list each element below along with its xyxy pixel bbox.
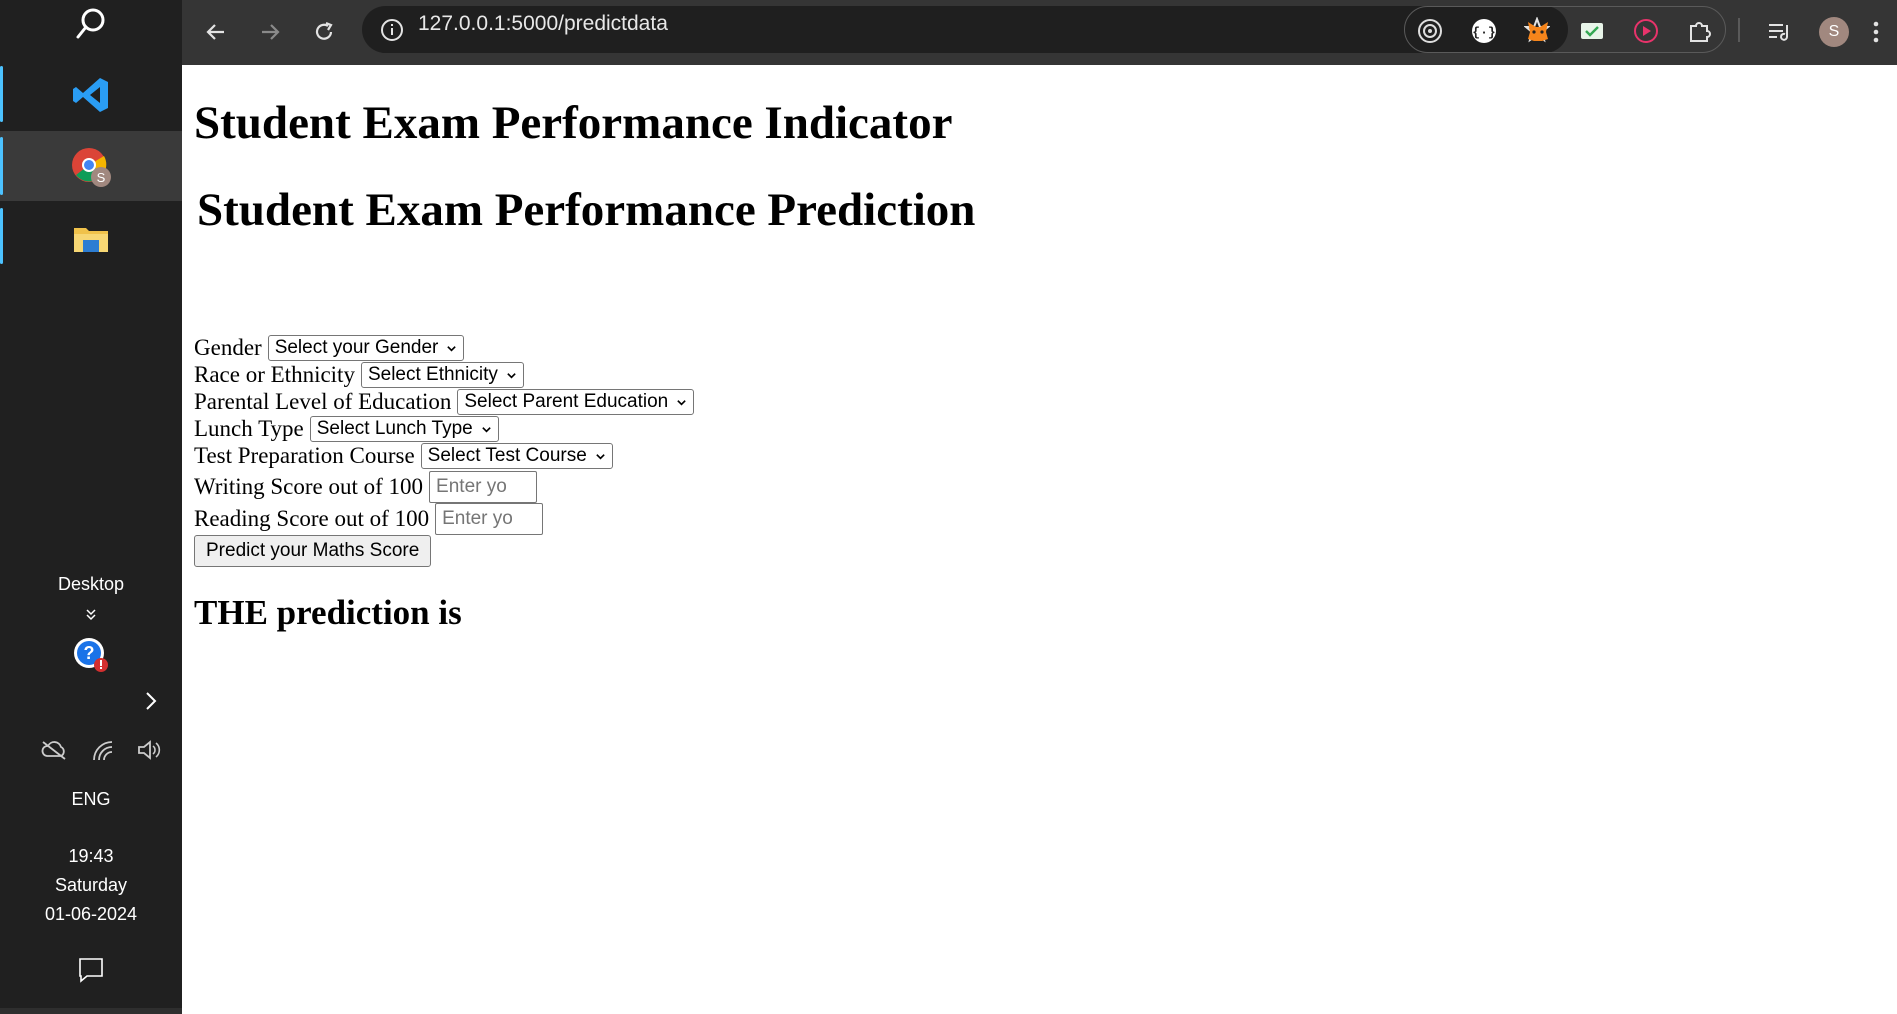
chevron-down-icon <box>677 399 686 406</box>
chevron-right-icon[interactable] <box>140 689 162 713</box>
writing-score-input[interactable]: Enter yo <box>429 471 538 503</box>
chevron-down-icon <box>596 453 605 460</box>
help-icon[interactable]: ? <box>0 635 182 675</box>
ethnicity-select-value: Select Ethnicity <box>367 364 498 385</box>
chevron-down-double-icon[interactable] <box>0 604 182 624</box>
notification-icon[interactable] <box>0 955 182 985</box>
file-explorer-icon[interactable] <box>0 216 182 262</box>
gender-label: Gender <box>194 335 262 360</box>
metamask-icon[interactable] <box>1525 18 1551 44</box>
clock-time[interactable]: 19:43 <box>0 846 182 867</box>
test-prep-row: Test Preparation Course Select Test Cour… <box>194 443 613 469</box>
reading-score-label: Reading Score out of 100 <box>194 506 430 531</box>
reading-score-input[interactable]: Enter yo <box>435 503 544 535</box>
writing-score-placeholder: Enter yo <box>436 476 507 497</box>
reading-score-row: Reading Score out of 100 Enter yo <box>194 503 544 535</box>
extensions-group: {·} <box>1404 6 1726 53</box>
svg-text:{·}: {·} <box>1472 25 1495 40</box>
test-prep-label: Test Preparation Course <box>194 443 415 468</box>
page-content: Student Exam Performance Indicator Stude… <box>182 65 1897 1014</box>
parent-education-row: Parental Level of Education Select Paren… <box>194 389 695 415</box>
reload-button[interactable] <box>304 12 344 52</box>
gender-select[interactable]: Select your Gender <box>267 335 465 361</box>
back-button[interactable] <box>196 12 236 52</box>
ethnicity-row: Race or Ethnicity Select Ethnicity <box>194 362 524 388</box>
profile-avatar[interactable]: S <box>1814 12 1854 52</box>
chevron-down-icon <box>507 372 516 379</box>
parent-education-label: Parental Level of Education <box>194 389 452 414</box>
form-heading: Student Exam Performance Prediction <box>197 184 976 236</box>
volume-icon[interactable] <box>136 737 162 763</box>
chevron-down-icon <box>447 345 457 352</box>
reading-score-placeholder: Enter yo <box>442 508 513 529</box>
chevron-down-icon <box>481 426 491 433</box>
test-prep-select-value: Select Test Course <box>427 445 587 466</box>
svg-text:?: ? <box>84 643 95 663</box>
gender-select-value: Select your Gender <box>274 337 439 358</box>
browser-menu-icon[interactable] <box>1858 12 1894 52</box>
check-mail-icon[interactable] <box>1579 18 1605 44</box>
clock-day[interactable]: Saturday <box>0 875 182 896</box>
reading-list-icon[interactable] <box>1760 12 1800 52</box>
url-text[interactable]: 127.0.0.1:5000/predictdata <box>418 0 668 47</box>
writing-score-row: Writing Score out of 100 Enter yo <box>194 471 538 503</box>
clock-date[interactable]: 01-06-2024 <box>0 904 182 925</box>
avatar: S <box>1819 17 1849 47</box>
parent-education-select-value: Select Parent Education <box>464 391 669 412</box>
svg-text:S: S <box>97 170 106 185</box>
lunch-row: Lunch Type Select Lunch Type <box>194 416 499 442</box>
predict-button[interactable]: Predict your Maths Score <box>194 535 432 567</box>
search-icon[interactable] <box>0 4 182 44</box>
lunch-select-value: Select Lunch Type <box>316 418 473 439</box>
writing-score-label: Writing Score out of 100 <box>194 474 424 499</box>
target-extension-icon[interactable] <box>1417 18 1443 44</box>
lunch-label: Lunch Type <box>194 416 304 441</box>
gender-row: Gender Select your Gender <box>194 335 465 361</box>
lunch-select[interactable]: Select Lunch Type <box>309 416 499 442</box>
browser-toolbar: 127.0.0.1:5000/predictdata {·} S <box>182 0 1897 65</box>
code-extension-icon[interactable]: {·} <box>1471 18 1497 44</box>
wifi-icon[interactable] <box>90 738 116 764</box>
site-info-icon[interactable] <box>380 18 404 42</box>
ethnicity-label: Race or Ethnicity <box>194 362 355 387</box>
forward-button[interactable] <box>250 12 290 52</box>
ethnicity-select[interactable]: Select Ethnicity <box>360 362 524 388</box>
chrome-icon[interactable]: S <box>0 144 182 190</box>
vscode-icon[interactable] <box>0 72 182 118</box>
test-prep-select[interactable]: Select Test Course <box>420 443 613 469</box>
record-icon[interactable] <box>1633 18 1659 44</box>
cloud-off-icon[interactable] <box>40 738 68 762</box>
parent-education-select[interactable]: Select Parent Education <box>457 389 695 415</box>
page-title: Student Exam Performance Indicator <box>194 97 953 149</box>
language-indicator[interactable]: ENG <box>0 789 182 810</box>
puzzle-extensions-icon[interactable] <box>1687 18 1713 44</box>
taskbar: S Desktop ? ENG 19:43 Saturday 01-06-202… <box>0 0 182 1014</box>
desktop-label[interactable]: Desktop <box>0 574 182 595</box>
prediction-result-heading: THE prediction is <box>194 593 462 632</box>
